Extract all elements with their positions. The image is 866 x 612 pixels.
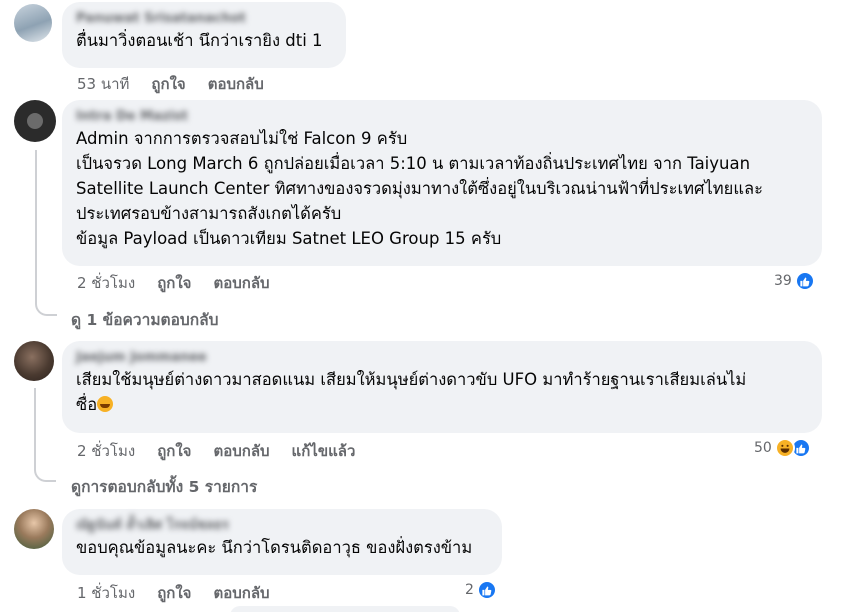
comment-line: เป็นจรวด Long March 6 ถูกปล่อยเมื่อเวลา … — [76, 154, 751, 173]
like-button[interactable]: ถูกใจ — [157, 581, 191, 605]
thread-line-curve — [34, 446, 56, 482]
avatar[interactable] — [14, 100, 56, 142]
comment-text: Admin จากการตรวจสอบไม่ใช่ Falcon 9 ครับ … — [76, 126, 808, 251]
comment-author[interactable]: ณัฐนันท์ ล้ำเลิศ โรจน์ชลธร — [76, 517, 488, 535]
reaction-count: 39 — [774, 273, 792, 289]
view-replies-link[interactable]: ดู 1 ข้อความตอบกลับ — [71, 307, 218, 332]
comment-bubble: Panuwat Srisatanachot ตื่นมาวิ่งตอนเช้า … — [62, 2, 346, 68]
comment-actions: 1 ชั่วโมง ถูกใจ ตอบกลับ — [77, 581, 292, 605]
comment-time[interactable]: 1 ชั่วโมง — [77, 581, 135, 605]
comment-line: Satellite Launch Center ทิศทางของจรวดมุ่… — [76, 179, 763, 198]
comment-text: ตื่นมาวิ่งตอนเช้า นึกว่าเรายิง dti 1 — [76, 28, 332, 53]
like-icon — [476, 580, 497, 600]
comment-actions: 53 นาที ถูกใจ ตอบกลับ — [77, 72, 286, 96]
like-icon — [794, 271, 815, 291]
comment-author[interactable]: Intra De Mazist — [76, 108, 808, 126]
comment-line: ซื่อ — [76, 395, 98, 414]
comment-actions: 2 ชั่วโมง ถูกใจ ตอบกลับ แก้ไขแล้ว — [77, 439, 377, 463]
thread-line-curve — [35, 290, 57, 316]
like-button[interactable]: ถูกใจ — [157, 271, 191, 295]
reaction-count: 50 — [754, 440, 772, 456]
view-replies-link[interactable]: ดูการตอบกลับทั้ง 5 รายการ — [71, 474, 257, 499]
comment-line: ประเทศรอบข้างสามารถสังเกตได้ครับ — [76, 204, 342, 223]
reply-button[interactable]: ตอบกลับ — [213, 439, 269, 463]
like-button[interactable]: ถูกใจ — [151, 72, 185, 96]
haha-icon — [774, 438, 795, 458]
comment-time[interactable]: 2 ชั่วโมง — [77, 439, 135, 463]
comment-line: Admin จากการตรวจสอบไม่ใช่ Falcon 9 ครับ — [76, 129, 408, 148]
comment-line-wrap: ซื่อ — [76, 392, 808, 417]
comment-text: ขอบคุณข้อมูลนะคะ นึกว่าโดรนติดอาวุธ ของฝ… — [76, 535, 488, 560]
reaction-summary[interactable]: 50 — [754, 438, 811, 458]
comment-actions: 2 ชั่วโมง ถูกใจ ตอบกลับ — [77, 271, 292, 295]
reaction-count: 2 — [465, 582, 474, 598]
reaction-summary[interactable]: 2 — [465, 580, 497, 600]
comment-bubble-partial — [230, 606, 460, 612]
reply-button[interactable]: ตอบกลับ — [208, 72, 264, 96]
like-button[interactable]: ถูกใจ — [157, 439, 191, 463]
comment-author[interactable]: Panuwat Srisatanachot — [76, 10, 332, 28]
comment-line: ขอบคุณข้อมูลนะคะ นึกว่าโดรนติดอาวุธ ของฝ… — [76, 538, 473, 557]
comment-text: เสียมใช้มนุษย์ต่างดาวมาสอดแนม เสียมให้มน… — [76, 367, 808, 417]
comment-bubble: Intra De Mazist Admin จากการตรวจสอบไม่ใช… — [62, 100, 822, 266]
comment-time[interactable]: 53 นาที — [77, 72, 129, 96]
avatar[interactable] — [14, 509, 54, 549]
avatar[interactable] — [14, 4, 52, 42]
thread-line — [35, 150, 37, 292]
comment-bubble: Jaejum Jommanee เสียมใช้มนุษย์ต่างดาวมาส… — [62, 341, 822, 433]
comment-line: ข้อมูล Payload เป็นดาวเทียม Satnet LEO G… — [76, 229, 502, 248]
reaction-summary[interactable]: 39 — [774, 271, 815, 291]
comment-line: เสียมใช้มนุษย์ต่างดาวมาสอดแนม เสียมให้มน… — [76, 370, 747, 389]
comment-line: ตื่นมาวิ่งตอนเช้า นึกว่าเรายิง dti 1 — [76, 31, 323, 50]
edited-label[interactable]: แก้ไขแล้ว — [292, 439, 356, 463]
avatar[interactable] — [14, 341, 54, 381]
reply-button[interactable]: ตอบกลับ — [213, 271, 269, 295]
comment-time[interactable]: 2 ชั่วโมง — [77, 271, 135, 295]
thread-line — [34, 388, 36, 448]
reply-button[interactable]: ตอบกลับ — [213, 581, 269, 605]
comment-bubble: ณัฐนันท์ ล้ำเลิศ โรจน์ชลธร ขอบคุณข้อมูลน… — [62, 509, 502, 575]
comment-author[interactable]: Jaejum Jommanee — [76, 349, 808, 367]
rofl-emoji-icon — [97, 396, 114, 412]
